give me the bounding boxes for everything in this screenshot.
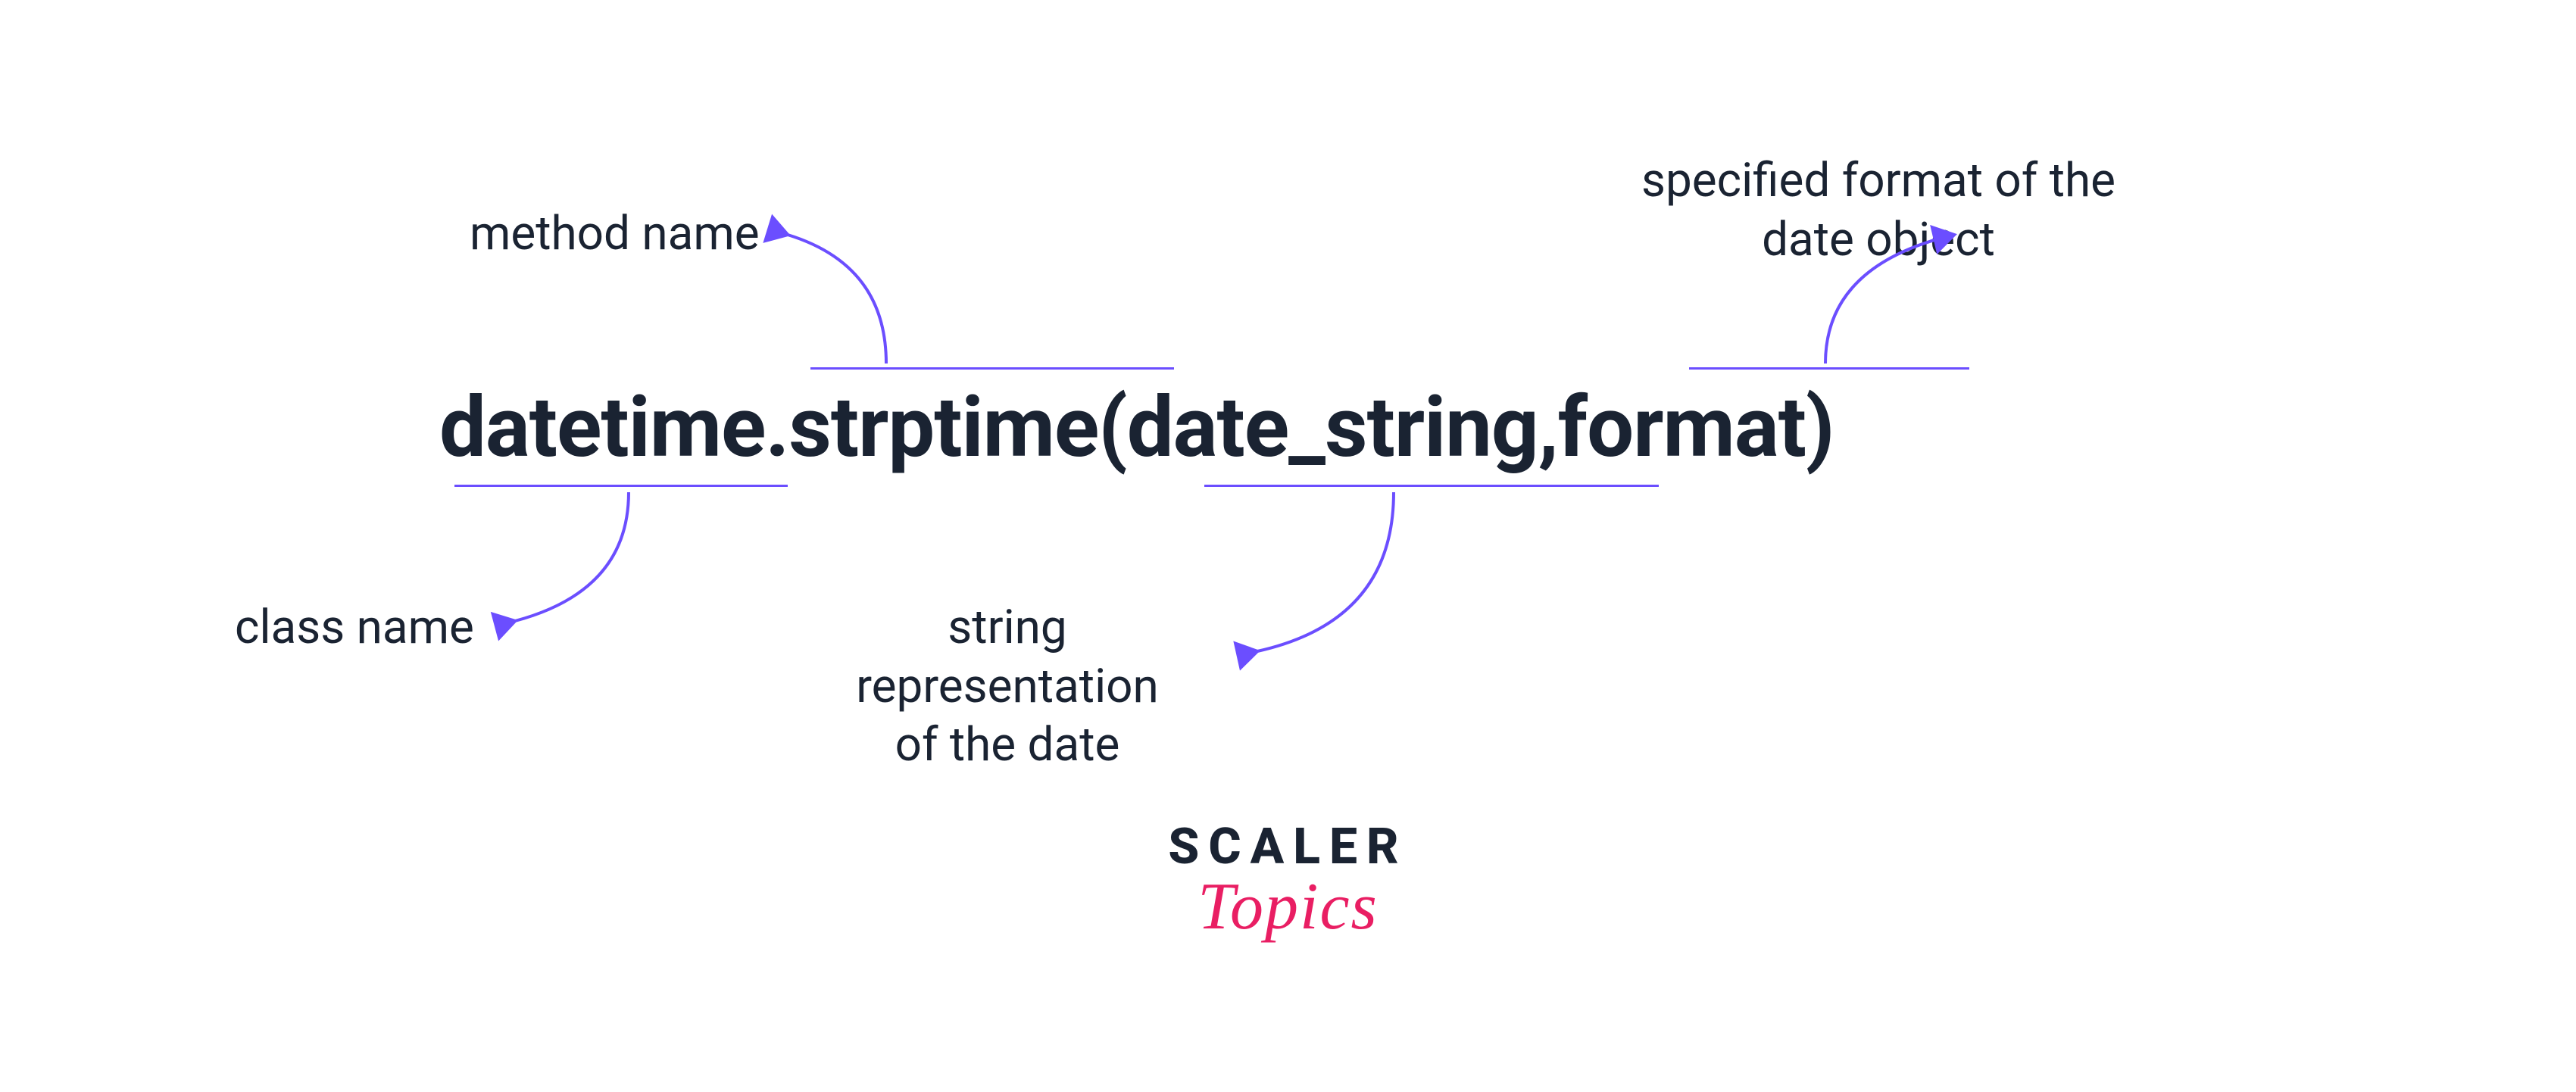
diagram-canvas: datetime.strptime(date_string, format) m… [0, 0, 2576, 1092]
annotation-class-name-text: class name [235, 600, 474, 655]
token-open-paren: ( [1098, 379, 1126, 476]
token-arg2: format [1558, 379, 1806, 476]
token-class-name: datetime [439, 379, 765, 476]
token-comma: , [1538, 379, 1558, 476]
token-arg1: date_string [1127, 379, 1538, 476]
token-method-name: strptime [788, 379, 1098, 476]
annotation-method-name: method name [470, 204, 760, 264]
logo: SCALER Topics [1168, 818, 1407, 945]
annotation-string-repr: string representation of the date [795, 598, 1219, 775]
annotation-format-line1: specified format of the [1641, 153, 2115, 208]
annotation-class-name: class name [235, 598, 474, 657]
arrow-string-repr [1235, 485, 1447, 682]
annotation-string-repr-line2: of the date [895, 717, 1120, 772]
logo-scaler: SCALER [1168, 818, 1407, 876]
annotation-string-repr-line1: string representation [856, 600, 1159, 714]
logo-topics: Topics [1168, 869, 1407, 945]
token-close-paren: ) [1806, 379, 1834, 476]
annotation-method-name-text: method name [470, 206, 760, 261]
arrow-method-name [765, 212, 916, 379]
arrow-format [1788, 220, 1984, 386]
code-expression: datetime.strptime(date_string, format) [439, 379, 1834, 476]
arrow-class-name [492, 485, 689, 651]
token-dot: . [765, 379, 788, 476]
